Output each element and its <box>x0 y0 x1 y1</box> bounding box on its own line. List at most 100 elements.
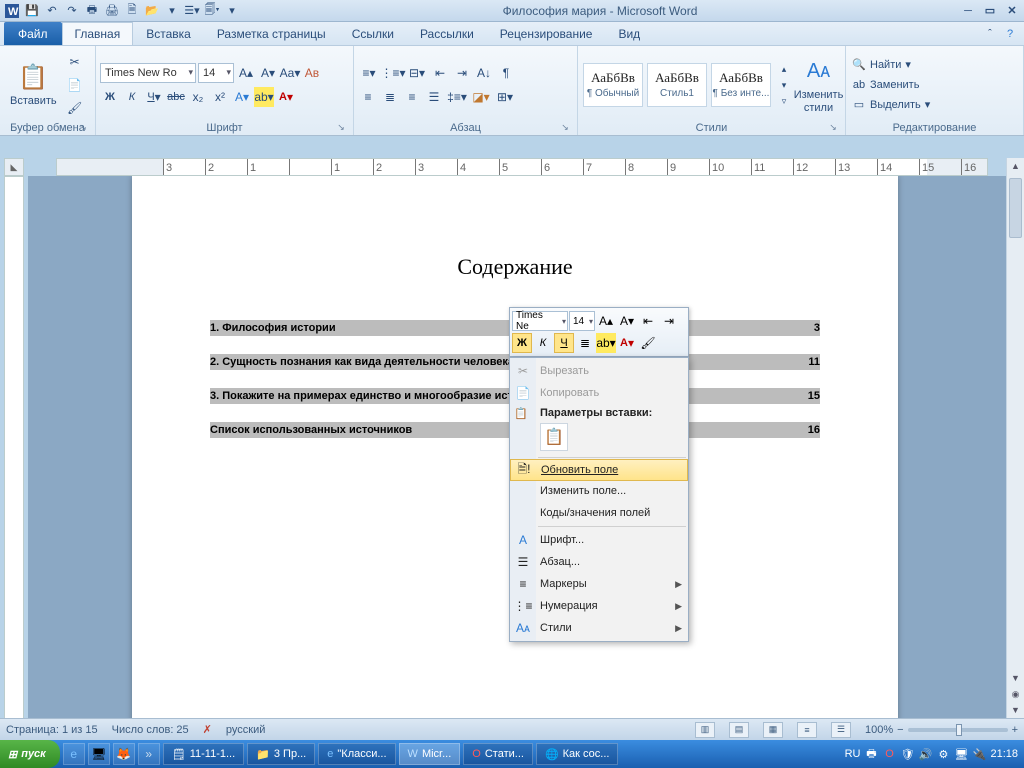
task-item[interactable]: 🌐Как сос... <box>536 743 619 765</box>
scroll-up-icon[interactable]: ▲ <box>1007 158 1024 174</box>
quicklaunch-desktop-icon[interactable]: 🖥 <box>88 743 110 765</box>
view-fullread-icon[interactable]: ▤ <box>729 722 749 738</box>
mini-italic-button[interactable]: К <box>533 333 553 353</box>
task-item[interactable]: 🗒11-11-1... <box>163 743 244 765</box>
strike-button[interactable]: abc <box>166 87 186 107</box>
ctx-font[interactable]: AШрифт... <box>510 529 688 551</box>
font-name-combo[interactable]: Times New Ro <box>100 63 196 83</box>
replace-button[interactable]: abЗаменить <box>850 76 932 94</box>
ctx-copy[interactable]: 📄Копировать <box>510 382 688 404</box>
ctx-field-codes[interactable]: Коды/значения полей <box>510 502 688 524</box>
clipboard-launcher-icon[interactable]: ↘ <box>77 122 89 134</box>
scroll-down-icon[interactable]: ▼ <box>1007 670 1024 686</box>
ctx-edit-field[interactable]: Изменить поле... <box>510 480 688 502</box>
styles-launcher-icon[interactable]: ↘ <box>827 122 839 134</box>
new-doc-icon[interactable]: 🗎 <box>124 3 140 19</box>
paste-keep-text-icon[interactable]: 📋 <box>540 423 568 451</box>
quicklaunch-ie-icon[interactable]: e <box>63 743 85 765</box>
tab-home[interactable]: Главная <box>62 22 134 45</box>
grow-font-icon[interactable]: A▴ <box>236 63 256 83</box>
mini-center-icon[interactable]: ≣ <box>575 333 595 353</box>
task-item-active[interactable]: WMicr... <box>399 743 461 765</box>
borders-icon[interactable]: ⊞▾ <box>494 87 516 107</box>
tray-icon[interactable]: 🖥 <box>954 747 968 761</box>
clear-format-icon[interactable]: Aʙ <box>302 63 322 83</box>
superscript-button[interactable]: x² <box>210 87 230 107</box>
bold-button[interactable]: Ж <box>100 87 120 107</box>
next-page-icon[interactable]: ▼ <box>1007 702 1024 718</box>
quick-print-icon[interactable]: 🖨 <box>104 3 120 19</box>
line-spacing-icon[interactable]: ‡≡▾ <box>446 87 468 107</box>
horizontal-ruler[interactable]: 3211234567891011121314151617 <box>56 158 988 176</box>
tray-icon[interactable]: 🔊 <box>918 747 932 761</box>
highlight-icon[interactable]: ab▾ <box>254 87 274 107</box>
ctx-paragraph[interactable]: ☰Абзац... <box>510 551 688 573</box>
style-nospacing[interactable]: АаБбВв¶ Без инте... <box>711 63 771 107</box>
text-effects-icon[interactable]: A▾ <box>232 87 252 107</box>
numbering-icon[interactable]: ⋮≡▾ <box>382 63 404 83</box>
maximize-button[interactable]: ▭ <box>982 4 998 18</box>
tray-clock[interactable]: 21:18 <box>990 748 1018 760</box>
font-color-icon[interactable]: A▾ <box>276 87 296 107</box>
font-launcher-icon[interactable]: ↘ <box>335 122 347 134</box>
style-gallery-more-icon[interactable]: ▿ <box>774 95 794 108</box>
ctx-update-field[interactable]: 🗎!Обновить поле <box>510 459 688 481</box>
subscript-button[interactable]: x₂ <box>188 87 208 107</box>
help-icon[interactable]: ? <box>1002 26 1018 42</box>
change-case-icon[interactable]: Aa▾ <box>280 63 300 83</box>
status-language[interactable]: русский <box>226 724 265 736</box>
underline-button[interactable]: Ч▾ <box>144 87 164 107</box>
mini-shrink-icon[interactable]: A▾ <box>617 311 637 331</box>
view-draft-icon[interactable]: ☰ <box>831 722 851 738</box>
tab-references[interactable]: Ссылки <box>339 22 407 45</box>
qat-customize-icon[interactable]: ▾ <box>224 3 240 19</box>
zoom-value[interactable]: 100% <box>865 724 893 736</box>
status-page[interactable]: Страница: 1 из 15 <box>6 724 98 736</box>
vertical-scrollbar[interactable]: ▲ ▼ ◉▼ <box>1006 158 1024 718</box>
ctx-bullets[interactable]: ≡Маркеры▶ <box>510 573 688 595</box>
save-icon[interactable]: 💾 <box>24 3 40 19</box>
zoom-out-icon[interactable]: − <box>897 724 903 736</box>
ruler-corner[interactable]: ◣ <box>4 158 24 176</box>
justify-icon[interactable]: ☰ <box>424 87 444 107</box>
style-gallery[interactable]: АаБбВв¶ Обычный АаБбВвСтиль1 АаБбВв¶ Без… <box>582 62 794 108</box>
style-normal[interactable]: АаБбВв¶ Обычный <box>583 63 643 107</box>
file-tab[interactable]: Файл <box>4 22 62 45</box>
tab-view[interactable]: Вид <box>605 22 653 45</box>
qat-item2-icon[interactable]: 🗐▾ <box>204 3 220 19</box>
tab-review[interactable]: Рецензирование <box>487 22 606 45</box>
tab-insert[interactable]: Вставка <box>133 22 204 45</box>
mini-fontcolor-icon[interactable]: A▾ <box>617 333 637 353</box>
tray-icon[interactable]: 🛡 <box>900 747 914 761</box>
task-item[interactable]: 📁3 Пр... <box>247 743 315 765</box>
scroll-thumb[interactable] <box>1009 178 1022 238</box>
italic-button[interactable]: К <box>122 87 142 107</box>
ctx-numbering[interactable]: ⋮≡Нумерация▶ <box>510 595 688 617</box>
start-button[interactable]: ⊞пуск <box>0 740 60 768</box>
ctx-cut[interactable]: ✂Вырезать <box>510 360 688 382</box>
quicklaunch-more-icon[interactable]: » <box>138 743 160 765</box>
align-left-icon[interactable]: ≡ <box>358 87 378 107</box>
shading-icon[interactable]: ◪▾ <box>470 87 492 107</box>
tab-mailings[interactable]: Рассылки <box>407 22 487 45</box>
copy-icon[interactable]: 📄 <box>65 75 85 95</box>
vertical-ruler[interactable] <box>4 176 24 718</box>
paste-button[interactable]: 📋 Вставить <box>4 52 63 118</box>
show-marks-icon[interactable]: ¶ <box>496 63 516 83</box>
print-preview-icon[interactable]: 🖶 <box>84 3 100 19</box>
tray-lang[interactable]: RU <box>845 748 861 760</box>
view-web-icon[interactable]: ▦ <box>763 722 783 738</box>
redo-icon[interactable]: ↷ <box>64 3 80 19</box>
font-size-combo[interactable]: 14 <box>198 63 234 83</box>
qat-item-icon[interactable]: ☰▾ <box>184 3 200 19</box>
ctx-styles[interactable]: AᴀСтили▶ <box>510 617 688 639</box>
paragraph-launcher-icon[interactable]: ↘ <box>559 122 571 134</box>
open-icon[interactable]: 📂 <box>144 3 160 19</box>
undo-icon[interactable]: ↶ <box>44 3 60 19</box>
quicklaunch-firefox-icon[interactable]: 🦊 <box>113 743 135 765</box>
qat-more-icon[interactable]: ▾ <box>164 3 180 19</box>
zoom-slider[interactable] <box>908 728 1008 732</box>
tray-icon[interactable]: O <box>882 747 896 761</box>
status-words[interactable]: Число слов: 25 <box>112 724 189 736</box>
bullets-icon[interactable]: ≡▾ <box>358 63 380 83</box>
